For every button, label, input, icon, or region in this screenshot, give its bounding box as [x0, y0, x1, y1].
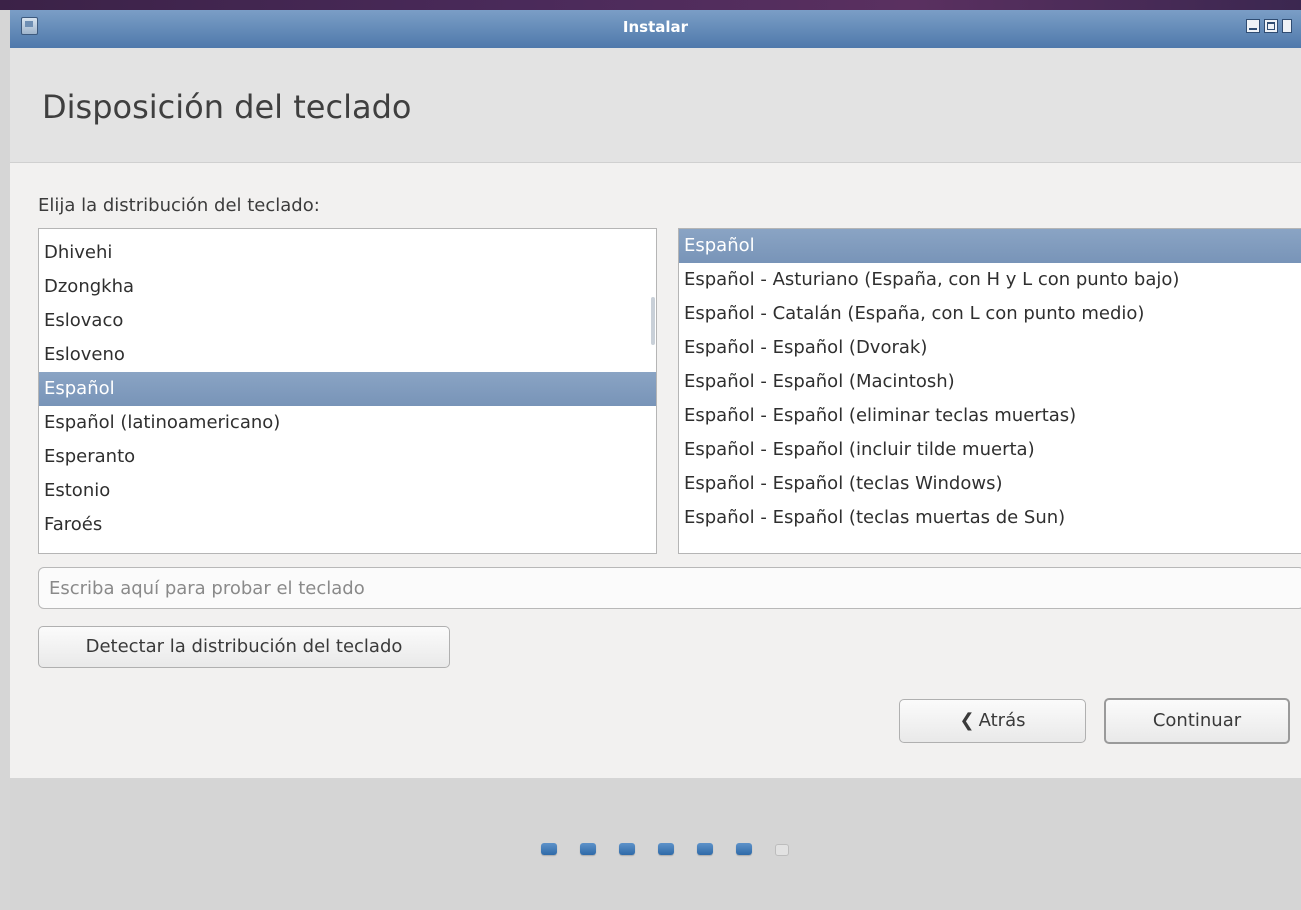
page-title: Disposición del teclado	[42, 88, 412, 126]
variant-list-item[interactable]: Español - Español (eliminar teclas muert…	[679, 399, 1301, 433]
layout-list-item[interactable]: Eslovaco	[39, 304, 656, 338]
variant-list-item[interactable]: Español - Español (teclas Windows)	[679, 467, 1301, 501]
progress-step-done	[619, 843, 635, 855]
variant-list[interactable]: Español Español - Asturiano (España, con …	[678, 228, 1301, 554]
layout-list-item[interactable]: Español	[39, 372, 656, 406]
progress-step-done	[580, 843, 596, 855]
layout-list-scrollbar[interactable]	[651, 297, 655, 345]
variant-list-item[interactable]: Español - Asturiano (España, con H y L c…	[679, 263, 1301, 297]
page-header: Disposición del teclado	[10, 48, 1301, 163]
window-titlebar[interactable]: Instalar	[10, 10, 1301, 49]
layout-list[interactable]: Dhivehi Dzongkha Eslovaco Esloveno Español Es…	[38, 228, 657, 554]
detect-layout-button[interactable]: Detectar la distribución del teclado	[38, 626, 450, 668]
variant-list-item[interactable]: Español - Español (teclas muertas de Sun…	[679, 501, 1301, 535]
back-button-label: Atrás	[978, 710, 1026, 731]
continue-button[interactable]: Continuar	[1104, 698, 1290, 744]
progress-step-done	[736, 843, 752, 855]
main-panel: Elija la distribución del teclado: Dhive…	[10, 163, 1301, 778]
variant-list-item[interactable]: Español	[679, 229, 1301, 263]
progress-step-done	[697, 843, 713, 855]
layout-list-item[interactable]: Dzongkha	[39, 270, 656, 304]
progress-footer	[10, 778, 1301, 910]
progress-step-done	[658, 843, 674, 855]
layout-list-item[interactable]: Español (latinoamericano)	[39, 406, 656, 440]
back-button[interactable]: ❮ Atrás	[899, 699, 1086, 743]
minimize-icon[interactable]	[1246, 19, 1260, 33]
variant-list-item[interactable]: Español - Español (Dvorak)	[679, 331, 1301, 365]
maximize-icon[interactable]	[1264, 19, 1278, 33]
layout-list-item[interactable]: Faroés	[39, 508, 656, 542]
layout-list-item[interactable]: Esperanto	[39, 440, 656, 474]
variant-list-item[interactable]: Español - Español (Macintosh)	[679, 365, 1301, 399]
desktop-background	[0, 0, 1301, 10]
variant-list-item[interactable]: Español - Español (incluir tilde muerta)	[679, 433, 1301, 467]
close-icon[interactable]	[1282, 19, 1292, 33]
layout-list-item[interactable]: Dhivehi	[39, 236, 656, 270]
layout-prompt: Elija la distribución del teclado:	[38, 195, 320, 216]
layout-list-item[interactable]: Estonio	[39, 474, 656, 508]
window-title: Instalar	[622, 18, 689, 36]
progress-step-done	[541, 843, 557, 855]
chevron-left-icon: ❮	[959, 710, 975, 731]
layout-list-item[interactable]: Esloveno	[39, 338, 656, 372]
variant-list-item[interactable]: Español - Catalán (España, con L con pun…	[679, 297, 1301, 331]
keyboard-test-input[interactable]	[38, 567, 1301, 609]
progress-step-pending	[775, 844, 789, 856]
